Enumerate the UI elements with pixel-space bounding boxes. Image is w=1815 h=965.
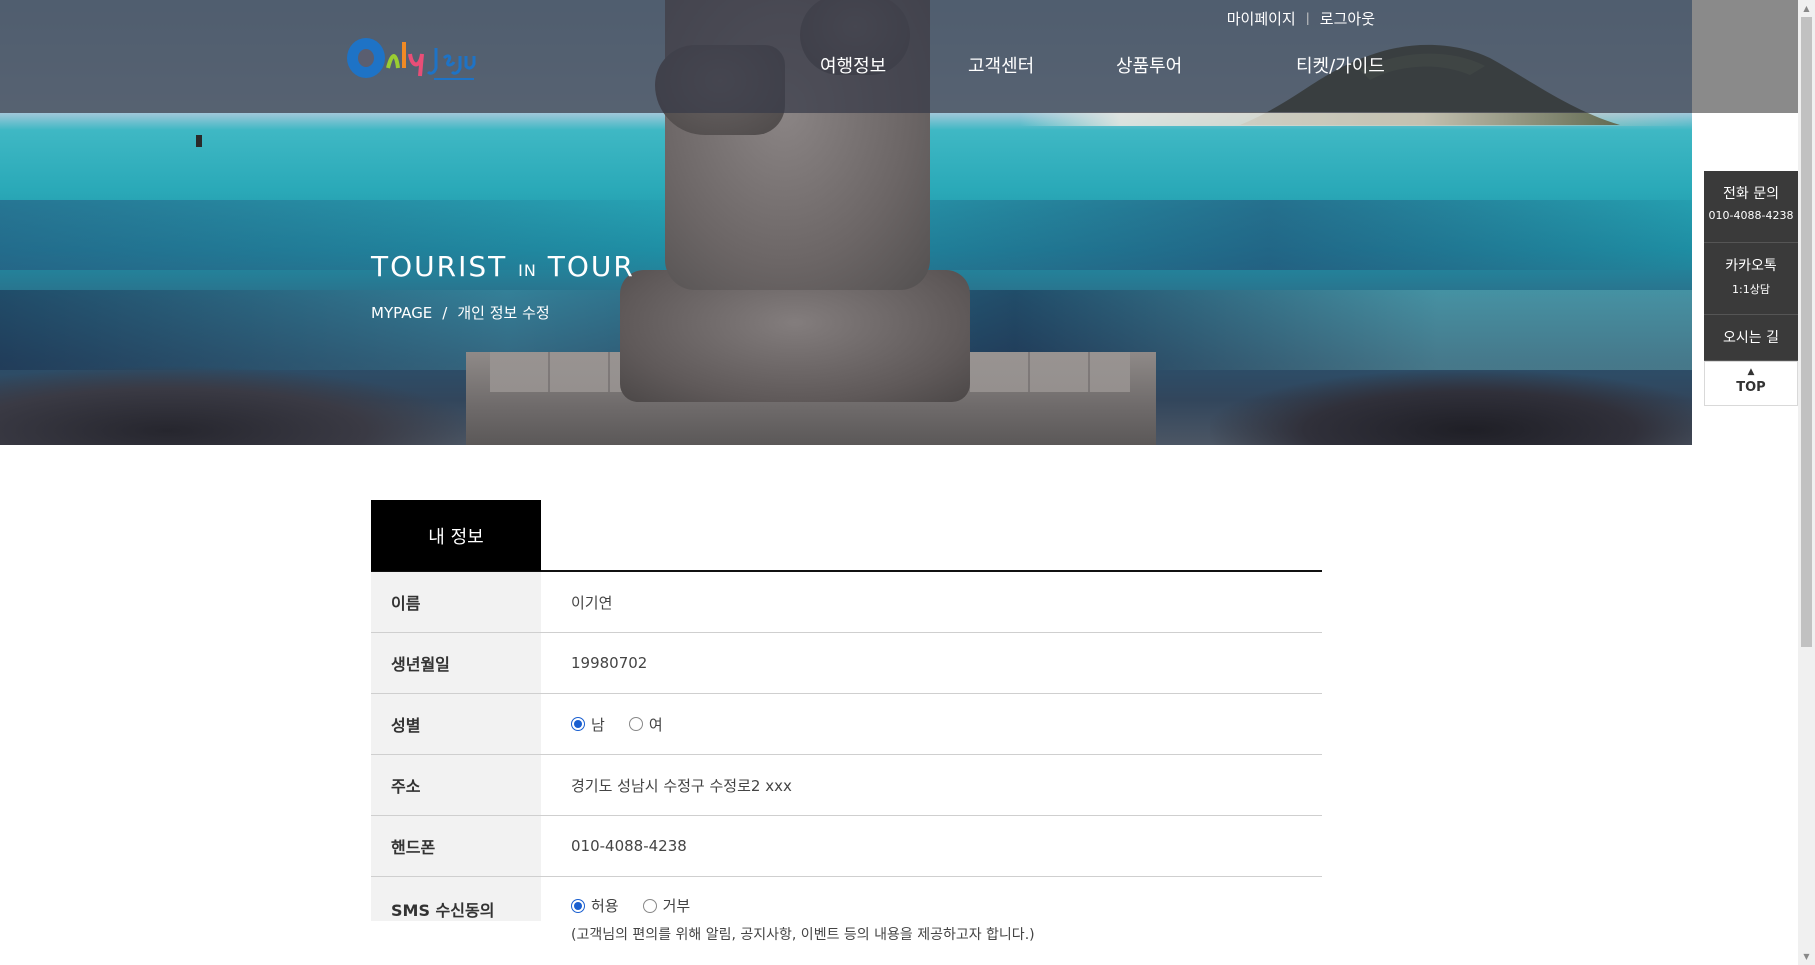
scrollbar-thumb[interactable]	[1801, 17, 1812, 647]
quick-kakao-sub: 1:1상담	[1732, 283, 1770, 296]
sms-label: SMS 수신동의	[371, 877, 541, 921]
phone-value: 010-4088-4238	[571, 837, 687, 855]
sms-field: 허용 거부 (고객님의 편의를 위해 알림, 공지사항, 이벤트 등의 내용을 …	[541, 877, 1322, 944]
mypage-link[interactable]: 마이페이지	[1227, 8, 1296, 29]
logout-link[interactable]: 로그아웃	[1320, 8, 1375, 29]
sms-deny-radio[interactable]: 거부	[642, 895, 691, 916]
nav-item-ticket-guide[interactable]: 티켓/가이드	[1264, 52, 1414, 82]
tab-bar: 내 정보	[371, 500, 1322, 572]
arrow-up-icon: ▲	[1747, 367, 1755, 377]
quick-phone-number: 010-4088-4238	[1708, 209, 1794, 222]
nav-item-customer-center[interactable]: 고객센터	[968, 52, 1116, 82]
table-row: 주소 경기도 성남시 수정구 수정로2 xxx	[371, 755, 1322, 816]
sms-allow-radio[interactable]: 허용	[571, 895, 619, 916]
tab-my-info[interactable]: 내 정보	[371, 500, 541, 571]
breadcrumb-current: 개인 정보 수정	[457, 304, 550, 322]
gender-label: 성별	[371, 694, 541, 754]
quick-directions-button[interactable]: 오시는 길	[1704, 315, 1798, 361]
address-label: 주소	[371, 755, 541, 815]
hero-title: TOURIST IN TOUR	[371, 250, 635, 283]
page: 마이페이지 | 로그아웃 여행정보 고객센터 상품투어 티켓/가이드 TOURI…	[0, 0, 1815, 965]
gender-radio-group: 남 여	[571, 714, 663, 735]
birth-label: 생년월일	[371, 633, 541, 693]
breadcrumb-separator: /	[442, 304, 448, 322]
hero-banner: 마이페이지 | 로그아웃 여행정보 고객센터 상품투어 티켓/가이드 TOURI…	[0, 0, 1692, 445]
quick-directions-label: 오시는 길	[1723, 330, 1779, 346]
top-label: TOP	[1736, 380, 1766, 395]
quick-kakao-button[interactable]: 카카오톡 1:1상담	[1704, 243, 1798, 315]
phone-label: 핸드폰	[371, 816, 541, 876]
table-row: 생년월일 19980702	[371, 633, 1322, 694]
util-separator: |	[1305, 11, 1310, 25]
nav-item-product-tour[interactable]: 상품투어	[1116, 52, 1264, 82]
sms-note: (고객님의 편의를 위해 알림, 공지사항, 이벤트 등의 내용을 제공하고자 …	[571, 927, 1035, 943]
sms-radio-group: 허용 거부	[571, 895, 690, 916]
sms-allow-label: 허용	[591, 897, 619, 915]
name-label: 이름	[371, 572, 541, 632]
hero-title-part: TOUR	[547, 250, 635, 283]
table-row: 이름 이기연	[371, 572, 1322, 633]
page-scrollbar[interactable]: ▲ ▼	[1798, 0, 1815, 965]
gender-male-label: 남	[591, 715, 605, 734]
hero-title-part: IN	[518, 261, 537, 280]
shoreline	[1020, 112, 1692, 126]
main-nav: 여행정보 고객센터 상품투어 티켓/가이드	[820, 52, 1414, 82]
gender-male-radio[interactable]: 남	[571, 714, 605, 735]
radio-unselected-icon[interactable]	[628, 717, 643, 731]
scroll-up-icon[interactable]: ▲	[1798, 0, 1815, 17]
gender-female-radio[interactable]: 여	[628, 714, 663, 735]
table-row: 성별 남 여	[371, 694, 1322, 755]
radio-selected-icon[interactable]	[571, 717, 585, 731]
name-value: 이기연	[571, 593, 613, 612]
quick-phone-button[interactable]: 전화 문의 010-4088-4238	[1704, 171, 1798, 243]
quick-menu: 전화 문의 010-4088-4238 카카오톡 1:1상담 오시는 길 ▲ T…	[1704, 171, 1798, 406]
address-value: 경기도 성남시 수정구 수정로2 xxx	[571, 776, 792, 795]
radio-unselected-icon[interactable]	[642, 898, 657, 913]
rocks-right	[1210, 370, 1692, 445]
gender-female-label: 여	[648, 715, 663, 734]
breadcrumb: MYPAGE / 개인 정보 수정	[371, 302, 550, 323]
rocks-left	[0, 365, 480, 445]
quick-kakao-label: 카카오톡	[1725, 258, 1777, 274]
breadcrumb-root[interactable]: MYPAGE	[371, 304, 432, 322]
utility-nav: 마이페이지 | 로그아웃	[1200, 6, 1375, 30]
table-row: SMS 수신동의 허용 거부 (고객님의 편의를 위해 알림, 공지사항, 이벤…	[371, 877, 1322, 965]
nav-item-travel-info[interactable]: 여행정보	[820, 52, 968, 82]
radio-selected-icon[interactable]	[571, 898, 585, 913]
header-right-strip	[1692, 0, 1798, 113]
site-logo[interactable]	[344, 34, 479, 84]
hero-title-part: TOURIST	[371, 250, 508, 283]
quick-phone-label: 전화 문의	[1723, 186, 1779, 202]
info-table: 이름 이기연 생년월일 19980702 성별 남 여 주소 경기도 성남시 수…	[371, 572, 1322, 965]
top-button[interactable]: ▲ TOP	[1704, 361, 1798, 406]
scroll-down-icon[interactable]: ▼	[1798, 948, 1815, 965]
sms-deny-label: 거부	[662, 897, 691, 915]
table-row: 핸드폰 010-4088-4238	[371, 816, 1322, 877]
buoy	[196, 135, 202, 147]
gender-field: 남 여	[541, 694, 1322, 754]
birth-value: 19980702	[571, 654, 648, 672]
